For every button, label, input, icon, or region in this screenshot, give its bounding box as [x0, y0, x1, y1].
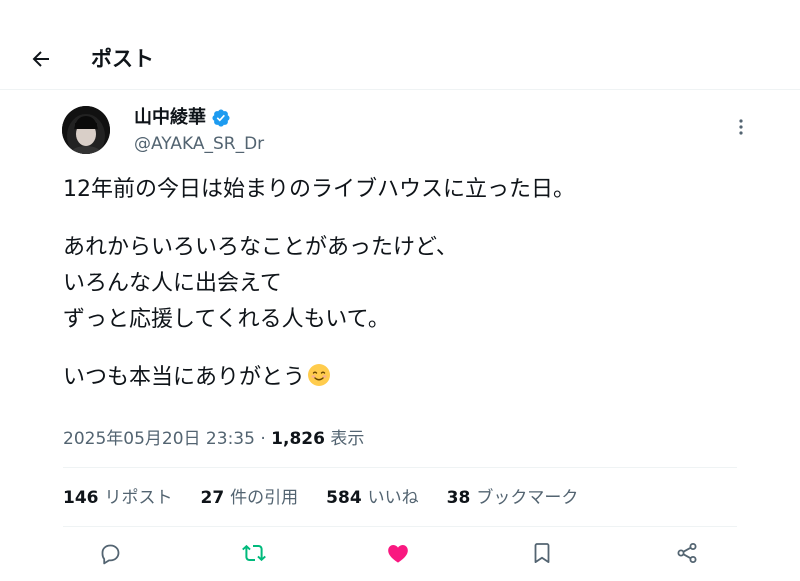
divider — [63, 467, 737, 468]
view-count: 1,826 — [271, 429, 325, 449]
stat-label: リポスト — [104, 488, 173, 508]
display-name-text: 山中綾華 — [134, 107, 206, 128]
stat-quotes[interactable]: 27 件の引用 — [201, 486, 299, 510]
post-text: 12年前の今日は始まりのライブハウスに立った日。 あれからいろいろなことがあった… — [63, 172, 743, 396]
top-bar: ポスト — [0, 0, 800, 90]
stat-reposts[interactable]: 146 リポスト — [63, 486, 173, 510]
stat-count: 38 — [446, 488, 471, 508]
post-meta: 2025年05月20日 23:35 · 1,826 表示 — [63, 428, 364, 450]
post-text-line: ずっと応援してくれる人もいて。 — [63, 307, 390, 332]
like-button[interactable] — [385, 540, 411, 566]
smiling-face-icon — [308, 364, 331, 386]
reply-icon — [101, 544, 120, 565]
stat-count: 584 — [326, 488, 362, 508]
divider — [63, 526, 737, 527]
stat-label: ブックマーク — [476, 488, 579, 508]
meta-separator: · — [260, 429, 266, 449]
post-text-line: あれからいろいろなことがあったけど、 — [63, 235, 458, 260]
arrow-left-icon — [32, 51, 49, 67]
stat-label: 件の引用 — [230, 488, 299, 508]
share-button[interactable] — [674, 540, 700, 566]
stat-bookmarks[interactable]: 38 ブックマーク — [447, 486, 579, 510]
back-button[interactable] — [22, 40, 60, 78]
post-text-line: 12年前の今日は始まりのライブハウスに立った日。 — [63, 177, 575, 202]
reply-button[interactable] — [97, 540, 123, 566]
share-icon — [677, 543, 697, 563]
stat-count: 27 — [200, 488, 225, 508]
verified-badge-icon — [212, 109, 230, 127]
post-text-line-last: いつも本当にありがとう — [63, 360, 743, 396]
post-text-line: いつも本当にありがとう — [63, 365, 306, 390]
post-timestamp[interactable]: 2025年05月20日 23:35 — [63, 429, 255, 449]
repost-icon — [242, 544, 266, 562]
bookmark-button[interactable] — [529, 540, 555, 566]
heart-icon — [388, 545, 408, 563]
stat-label: いいね — [367, 488, 419, 508]
author-handle[interactable]: @AYAKA_SR_Dr — [134, 133, 264, 155]
repost-button[interactable] — [241, 540, 267, 566]
author-display-name[interactable]: 山中綾華 — [134, 106, 231, 130]
page-title: ポスト — [91, 47, 154, 71]
stat-count: 146 — [63, 488, 99, 508]
more-options-button[interactable] — [728, 114, 754, 140]
view-count-label: 表示 — [330, 429, 365, 449]
post-text-line: いろんな人に出会えて — [63, 271, 282, 296]
bookmark-icon — [534, 543, 550, 563]
engagement-stats: 146 リポスト 27 件の引用 584 いいね 38 ブックマーク — [63, 486, 606, 510]
more-vertical-icon — [739, 119, 743, 135]
stat-likes[interactable]: 584 いいね — [326, 486, 419, 510]
action-bar — [97, 540, 709, 572]
avatar[interactable] — [62, 106, 110, 154]
